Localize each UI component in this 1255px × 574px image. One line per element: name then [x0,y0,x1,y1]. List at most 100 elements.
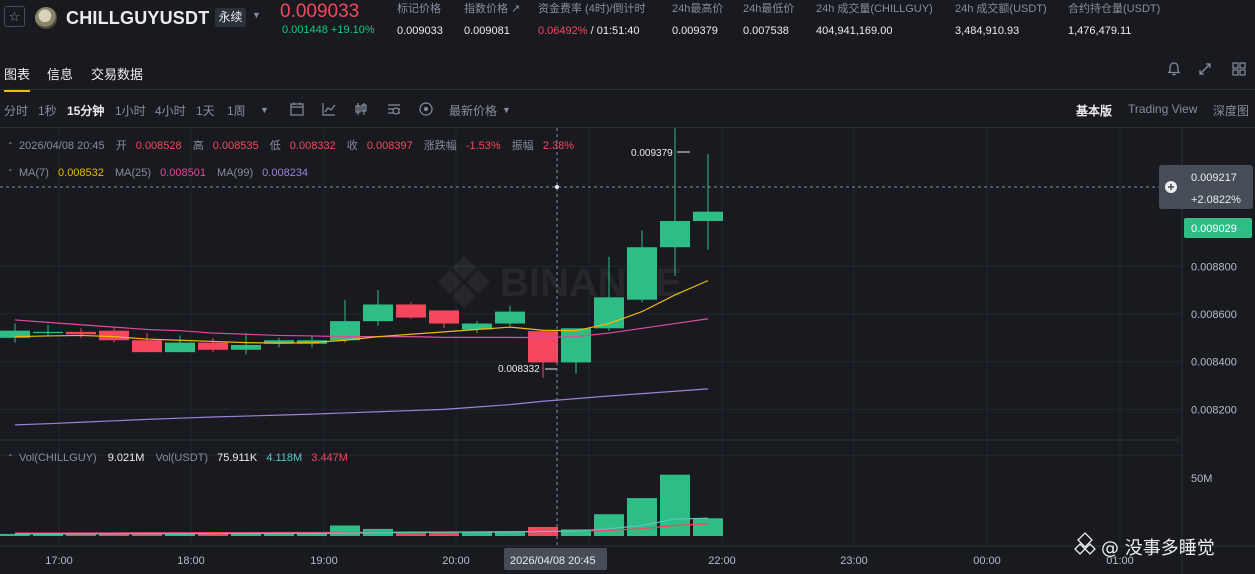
calendar-icon[interactable] [289,101,305,117]
indicator-settings-icon[interactable] [386,101,402,117]
candle-body [165,342,195,353]
bell-icon[interactable] [1166,61,1182,77]
interval-15m[interactable]: 15分钟 [67,102,104,119]
candles [0,128,723,378]
star-icon[interactable]: ☆ [4,6,25,27]
svg-text:+2.0822%: +2.0822% [1191,194,1241,206]
divider [0,89,1255,90]
ticker-stat-value: 0.009081 [464,25,510,37]
target-icon[interactable] [418,101,434,117]
interval-1w[interactable]: 1周 [227,102,246,119]
collapse-icon: ⌃ [7,168,14,177]
ohlc-legend: 2026/04/08 20:45 开 0.008528 高 0.008535 低… [19,138,574,152]
ticker-stat: 24h 成交额(USDT) 3,484,910.93 [955,0,1047,37]
candle-body [330,321,360,341]
volume-bar [462,532,492,536]
ticker-stat-label: 24h最高价 [672,3,724,15]
ticker-stat-label: 24h 成交额(USDT) [955,3,1047,15]
tab-trading-data[interactable]: 交易数据 [91,64,143,83]
candle-body [495,311,525,324]
interval-1d[interactable]: 1天 [196,102,215,119]
volume-bars [0,474,723,536]
ticker-stat-label: 24h最低价 [743,3,795,15]
expand-icon[interactable] [1197,61,1213,77]
low-marker: 0.008332 [498,364,557,375]
svg-text:0.009029: 0.009029 [1191,223,1237,235]
time-tick: 19:00 [310,555,338,567]
crosshair-price-label: 0.009217 +2.0822% [1159,165,1253,209]
coin-logo [35,7,57,29]
price-change: 0.001448 +19.10% [282,24,375,36]
contract-type-badge: 永续 [215,8,246,27]
volume-bar [693,518,723,536]
ticker-stat-label: 标记价格 [397,3,441,15]
svg-text:0.008332: 0.008332 [498,364,540,375]
tab-chart[interactable]: 图表 [4,64,31,92]
candle-body [198,342,228,350]
interval-4h[interactable]: 4小时 [155,102,186,119]
candle-body [33,331,63,334]
candlestick-icon[interactable] [353,101,369,117]
candlestick-chart[interactable]: BINANCE 2026/04/08 20:45 开 0.008528 高 0.… [0,128,1255,574]
volume-tick: 50M [1191,473,1212,485]
price-tick: 0.008200 [1191,404,1237,416]
candle-body [429,310,459,324]
chevron-down-icon[interactable]: ▼ [260,105,269,115]
ticker-stat-label: 合约持仓量(USDT) [1068,3,1161,15]
ticker-stat: 24h最高价 0.009379 [672,0,723,37]
ticker-stat-value: 0.009379 [672,25,718,37]
interval-1s[interactable]: 1秒 [38,102,57,119]
candle-body [528,331,558,363]
candle-body [99,330,129,341]
volume-bar [627,498,657,536]
view-depth[interactable]: 深度图 [1213,102,1249,119]
interval-time[interactable]: 分时 [4,102,28,119]
ticker-stat: 资金费率 (4时)/倒计时 0.06492% / 01:51:40 [538,0,646,37]
candle-body [627,247,657,300]
candle-body [132,340,162,353]
svg-text:0.009217: 0.009217 [1191,172,1237,184]
ticker-stat-value: 0.009033 [397,25,443,37]
ticker-stat-value: 404,941,169.00 [816,25,893,37]
time-tick: 22:00 [708,555,736,567]
time-tick: 23:00 [840,555,868,567]
tab-bar: 图表 信息 交易数据 [0,55,1255,92]
price-tick: 0.008400 [1191,357,1237,369]
price-tick: 0.008600 [1191,309,1237,321]
ma-legend: MA(7) 0.008532 MA(25) 0.008501 MA(99) 0.… [19,167,308,179]
time-tick: 18:00 [177,555,205,567]
layout-grid-icon[interactable] [1231,61,1247,77]
volume-bar [330,525,360,536]
last-price: 0.009033 [280,1,360,22]
high-marker: 0.009379 [631,148,690,159]
candle-body [660,221,690,248]
candle-body [561,328,591,363]
ticker-stat-label: 24h 成交量(CHILLGUY) [816,3,933,15]
candle-body [66,331,96,335]
symbol-name[interactable]: CHILLGUYUSDT [66,8,209,29]
tab-info[interactable]: 信息 [47,64,73,83]
chevron-down-icon[interactable]: ▼ [502,105,511,115]
time-tick: 20:00 [442,555,470,567]
view-basic[interactable]: 基本版 [1076,102,1112,119]
crosshair-dot [555,185,559,189]
ticker-stat-value: 1,476,479.11 [1068,25,1132,37]
candle-body [396,304,426,318]
candle-body [231,345,261,350]
price-type-select[interactable]: 最新价格 [449,102,497,119]
volume-bar [594,514,624,536]
ticker-stat-value: 0.06492% / 01:51:40 [538,25,640,37]
ticker-stat: 合约持仓量(USDT) 1,476,479.11 [1068,0,1160,37]
svg-text:@ 没事多睡觉: @ 没事多睡觉 [1101,538,1215,559]
time-tick: 17:00 [45,555,73,567]
ticker-stat: 24h 成交量(CHILLGUY) 404,941,169.00 [816,0,933,37]
ticker-stat: 标记价格 0.009033 [397,0,443,37]
price-tick: 0.008800 [1191,261,1237,273]
time-tick: 00:00 [973,555,1001,567]
interval-1h[interactable]: 1小时 [115,102,146,119]
line-chart-icon[interactable] [321,101,337,117]
svg-text:0.009379: 0.009379 [631,148,673,159]
ticker-stat-label: 资金费率 (4时)/倒计时 [538,3,646,15]
view-tradingview[interactable]: Trading View [1128,102,1197,116]
chevron-down-icon[interactable]: ▼ [252,10,261,20]
